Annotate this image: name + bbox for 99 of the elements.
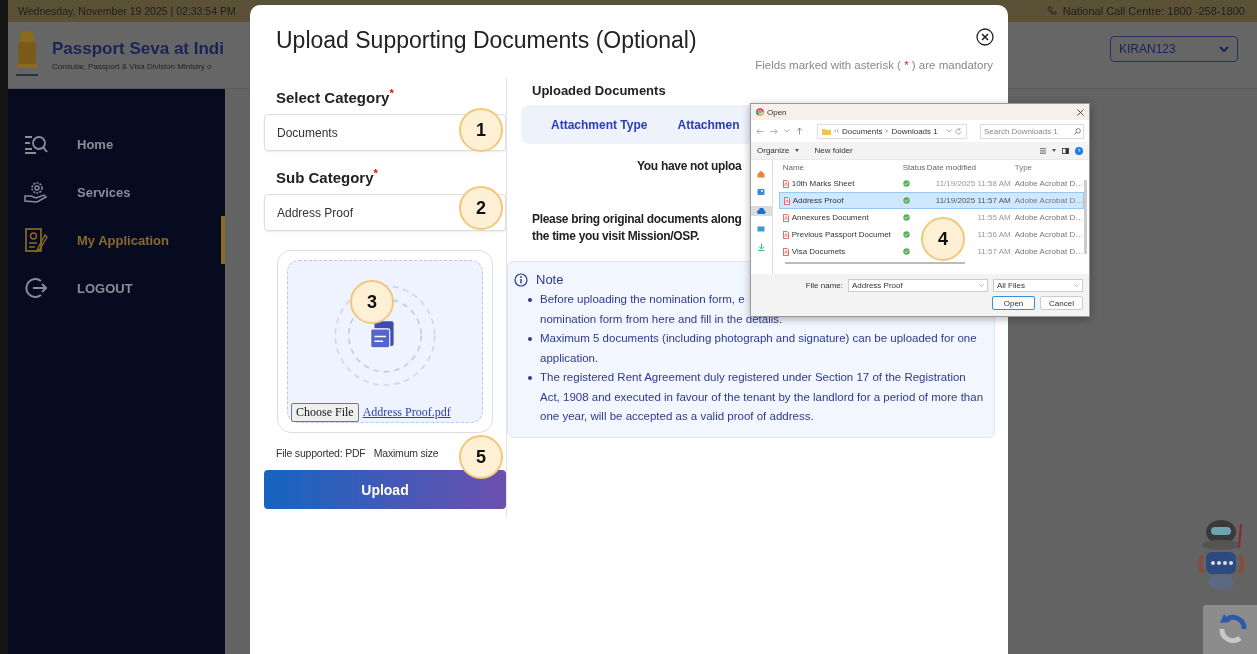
path-segment[interactable]: Documents: [842, 126, 883, 136]
column-header: Attachmen: [677, 117, 740, 132]
file-name-label: File name:: [805, 281, 843, 290]
column-header[interactable]: Date modified: [926, 163, 1015, 172]
browser-icon: [756, 108, 764, 116]
forward-arrow-icon[interactable]: [770, 127, 778, 135]
column-header[interactable]: Status: [896, 163, 927, 172]
file-type: Adobe Acrobat D…: [1014, 192, 1085, 209]
organize-menu[interactable]: Organize: [757, 146, 790, 155]
list-search-icon: [22, 134, 50, 154]
choose-file-button[interactable]: Choose File: [291, 403, 359, 422]
cloud-icon[interactable]: [756, 208, 766, 214]
dialog-title: Open: [767, 107, 787, 117]
note-title: Note: [536, 272, 564, 287]
document-pen-icon: [22, 227, 50, 253]
field-label: Sub Category$^{*}$: [276, 166, 378, 188]
circular-arrows-icon: [1219, 613, 1247, 643]
preview-pane-icon[interactable]: [1062, 147, 1069, 154]
upload-button[interactable]: Upload: [264, 470, 506, 509]
chevron-down-icon[interactable]: [946, 129, 952, 133]
date-time: Wednesday, November 19 2025 | 02:33:54 PM: [18, 5, 236, 17]
logout-icon: [22, 276, 50, 300]
check-circle-icon: [902, 197, 910, 204]
pdf-file-icon: [782, 230, 789, 239]
site-title: Passport Seva at Indi: [52, 39, 224, 59]
close-icon[interactable]: [976, 28, 994, 46]
new-folder-button[interactable]: New folder: [814, 146, 853, 155]
bullet-icon: [528, 376, 532, 380]
cancel-button[interactable]: Cancel: [1040, 296, 1083, 310]
open-button[interactable]: Open: [992, 296, 1035, 310]
empty-message: You have not uploa: [637, 159, 742, 173]
gear-hand-icon: [22, 180, 50, 204]
search-field[interactable]: Search Downloads 1: [980, 123, 1084, 139]
file-date: 11:57 AM: [977, 247, 1011, 256]
note-text: Maximum 5 documents (including photograph and signature) can be uploaded for one application.: [540, 331, 978, 366]
bullet-icon: [528, 337, 532, 341]
check-circle-icon: [902, 180, 910, 187]
bullet-icon: [528, 298, 532, 302]
pdf-file-icon: [782, 247, 789, 256]
section-heading: Uploaded Documents: [532, 84, 666, 98]
address-bar[interactable]: Documents Downloads 1: [817, 123, 967, 139]
folder-icon: [822, 127, 831, 135]
pdf-file-icon: [782, 213, 789, 222]
chevron-down-icon: [1074, 284, 1079, 287]
file-item[interactable]: Previous Passport Documet: [778, 230, 897, 239]
file-item[interactable]: Visa Documets: [778, 247, 897, 256]
phone-icon: [1046, 6, 1057, 16]
sidebar-item[interactable]: LOGOUT: [8, 264, 225, 312]
file-type-select[interactable]: All Files: [993, 279, 1083, 292]
column-header[interactable]: Name: [778, 163, 897, 172]
info-icon: [514, 272, 528, 287]
close-icon[interactable]: [1077, 108, 1084, 116]
column-header: Attachment Type: [551, 117, 648, 132]
back-arrow-icon[interactable]: [756, 127, 764, 135]
chevron-down-icon: [1219, 45, 1229, 53]
desktop-icon[interactable]: [757, 226, 766, 233]
file-type: Adobe Acrobat D…: [1014, 213, 1085, 222]
chevron-right-icon: [885, 129, 889, 133]
file-date: 11:56 AM: [977, 230, 1011, 239]
note-text: The registered Rent Agreement duly registered under Section 17 of the Registration Act, 1908 and executed in favour of the tenant by the landlord for a period of more than one year, will be accepted as a valid proof of address.: [540, 370, 984, 424]
chevron-down-icon: [979, 284, 984, 287]
file-info-text: File supported: PDF Maximum size: [276, 446, 439, 460]
sidebar-item[interactable]: Home: [8, 120, 225, 168]
refresh-icon[interactable]: [955, 127, 962, 135]
check-circle-icon: [902, 231, 910, 238]
file-type: Adobe Acrobat D…: [1014, 230, 1085, 239]
column-header[interactable]: Type: [1014, 163, 1085, 172]
file-item[interactable]: Address Proof: [778, 192, 897, 209]
caret-icon: [1052, 149, 1056, 152]
file-link[interactable]: Address Proof.pdf: [362, 405, 451, 420]
caret-icon: [795, 149, 800, 152]
reminder-text: Please bring original documents along the time you visit Mission/OSP.: [532, 211, 742, 245]
widget-tile[interactable]: [1203, 605, 1257, 654]
call-centre-text: National Call Centre: 1800 -258-1800: [1062, 5, 1245, 17]
gallery-icon[interactable]: [757, 188, 766, 196]
file-item[interactable]: Annexures Document: [778, 213, 897, 222]
pdf-file-icon: [783, 196, 790, 205]
pdf-file-icon: [782, 179, 789, 188]
download-icon[interactable]: [757, 243, 765, 251]
chevron-down-icon[interactable]: [784, 129, 790, 133]
file-date: 11:55 AM: [977, 213, 1011, 222]
check-circle-icon: [902, 248, 910, 255]
file-item[interactable]: 10th Marks Sheet: [778, 179, 897, 188]
dialog-title: Upload Supporting Documents (Optional): [276, 26, 697, 55]
field-label: Select Category$^{*}$: [276, 86, 394, 108]
file-name-field[interactable]: Address Proof: [848, 279, 988, 292]
up-arrow-icon[interactable]: [796, 127, 803, 135]
path-segment[interactable]: Downloads 1: [891, 126, 938, 136]
file-date: 11/19/2025 11:58 AM: [935, 179, 1011, 188]
home-icon[interactable]: [757, 170, 766, 178]
file-type: Adobe Acrobat D…: [1014, 247, 1085, 256]
search-icon: [1074, 127, 1081, 135]
sidebar-item[interactable]: Services: [8, 168, 225, 216]
file-date: 11/19/2025 11:57 AM: [935, 196, 1011, 205]
mandatory-note: Fields marked with asterisk ( * ) are mandatory: [755, 59, 993, 71]
view-list-icon[interactable]: [1040, 147, 1046, 154]
check-circle-icon: [902, 214, 910, 221]
file-type: Adobe Acrobat D…: [1014, 179, 1085, 188]
double-chevron-icon: [834, 129, 839, 133]
